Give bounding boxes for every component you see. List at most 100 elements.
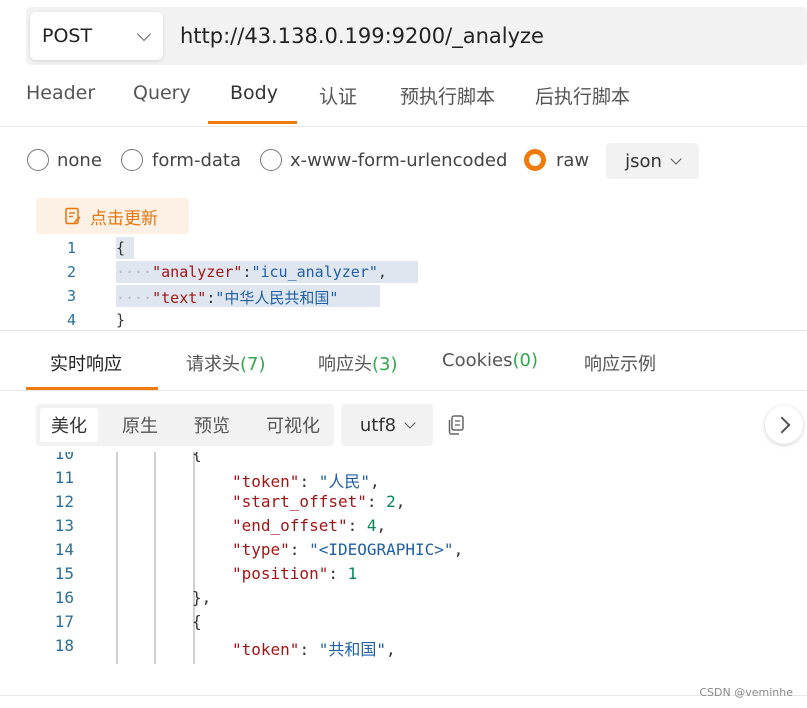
radio-raw[interactable] xyxy=(524,149,546,171)
code-token: "icu_analyzer" xyxy=(251,263,378,281)
refresh-label: 点击更新 xyxy=(90,208,158,229)
response-tab[interactable]: 响应头(3) xyxy=(318,350,398,376)
view-raw-button[interactable]: 原生 xyxy=(108,408,172,442)
response-line: 17 { xyxy=(26,610,807,634)
code-token: "token" xyxy=(232,640,300,659)
radio-none[interactable] xyxy=(27,149,49,171)
code-line: ····"analyzer":"icu_analyzer", xyxy=(116,263,387,281)
active-response-tab-underline xyxy=(26,387,158,390)
code-line: "start_offset": 2, xyxy=(232,492,405,511)
response-tab-label: Cookies xyxy=(442,350,513,371)
code-token: 2 xyxy=(386,492,396,511)
response-tab[interactable]: Cookies(0) xyxy=(442,350,538,371)
document-icon xyxy=(65,207,81,225)
radio-urlencoded[interactable] xyxy=(260,149,282,171)
code-token: , xyxy=(395,492,406,511)
code-token: "type" xyxy=(232,540,290,559)
response-tab-label: 响应头 xyxy=(318,354,372,375)
editor-line: 1{ xyxy=(26,236,807,260)
code-token: , xyxy=(369,472,380,491)
code-line: "type": "<IDEOGRAPHIC>", xyxy=(232,540,463,559)
code-line: "token": "共和国", xyxy=(232,636,396,660)
code-token: }, xyxy=(192,588,212,607)
code-line: "position": 1 xyxy=(232,564,357,583)
code-token: , xyxy=(385,640,396,659)
code-token: : xyxy=(328,564,348,583)
response-tab[interactable]: 实时响应 xyxy=(50,350,122,376)
radio-form-data[interactable] xyxy=(121,149,143,171)
request-body-editor[interactable]: 1{2 ····"analyzer":"icu_analyzer", 3 ····"t… xyxy=(26,236,807,328)
code-line: } xyxy=(116,311,125,328)
response-line: 10 { xyxy=(26,452,807,466)
format-select[interactable]: json xyxy=(606,143,699,179)
code-line: { xyxy=(116,239,125,257)
refresh-button[interactable]: 点击更新 xyxy=(36,198,189,234)
encoding-select[interactable]: utf8 xyxy=(341,404,433,446)
tab-header[interactable]: Header xyxy=(26,82,95,104)
line-number: 2 xyxy=(66,263,76,281)
request-tabs: Header Query Body 认证 预执行脚本 后执行脚本 xyxy=(0,70,807,127)
response-tab-count: (3) xyxy=(372,354,398,375)
view-preview-button[interactable]: 预览 xyxy=(180,408,244,442)
response-line: 11 "token": "人民", xyxy=(26,466,807,492)
code-token: : xyxy=(347,516,367,535)
code-token: , xyxy=(453,540,464,559)
code-line: "token": "人民", xyxy=(232,468,380,492)
response-tab-label: 请求头 xyxy=(186,354,240,375)
format-label: json xyxy=(625,150,662,172)
indent-dots: ···· xyxy=(116,289,153,307)
editor-line: 2 ····"analyzer":"icu_analyzer", xyxy=(26,260,807,284)
code-token: { xyxy=(192,612,202,631)
watermark: CSDN @veminhe xyxy=(699,686,793,699)
view-pretty-button[interactable]: 美化 xyxy=(40,408,98,442)
view-visual-button[interactable]: 可视化 xyxy=(254,408,332,442)
chevron-down-icon xyxy=(670,152,682,165)
line-number: 11 xyxy=(54,468,74,487)
code-token: "中华人民共和国" xyxy=(215,289,339,307)
copy-icon[interactable] xyxy=(446,414,466,436)
radio-urlencoded-label: x-www-form-urlencoded xyxy=(290,150,508,171)
code-token: "start_offset" xyxy=(232,492,367,511)
response-line: 16}, xyxy=(26,586,807,610)
response-tab[interactable]: 响应示例 xyxy=(584,350,656,376)
code-token: : xyxy=(206,289,216,307)
code-line: "end_offset": 4, xyxy=(232,516,386,535)
active-tab-underline xyxy=(208,121,297,124)
code-token: 1 xyxy=(347,564,358,583)
indent-dots: ···· xyxy=(116,263,153,281)
response-tab-count: (0) xyxy=(512,350,538,371)
chevron-down-icon xyxy=(404,416,416,429)
line-number: 14 xyxy=(54,540,74,559)
tab-post-script[interactable]: 后执行脚本 xyxy=(535,82,630,109)
code-token: 4 xyxy=(366,516,377,535)
chevron-down-icon xyxy=(136,26,152,41)
scroll-right-button[interactable] xyxy=(765,406,803,444)
code-line: { xyxy=(192,452,202,463)
code-token: "position" xyxy=(232,564,329,583)
url-input[interactable]: http://43.138.0.199:9200/_analyze xyxy=(180,24,544,48)
tab-query[interactable]: Query xyxy=(133,82,191,104)
tab-pre-script[interactable]: 预执行脚本 xyxy=(400,82,495,109)
line-number: 4 xyxy=(66,311,76,328)
code-token: "text" xyxy=(152,289,207,307)
editor-line: 3 ····"text":"中华人民共和国" xyxy=(26,284,807,308)
response-line: 18 "token": "共和国", xyxy=(26,634,807,660)
response-line: 13 "end_offset": 4, xyxy=(26,514,807,538)
code-token: , xyxy=(377,263,387,281)
code-token: : xyxy=(299,472,319,491)
response-line: 12 "start_offset": 2, xyxy=(26,490,807,514)
code-token: "共和国" xyxy=(318,640,386,659)
radio-none-label: none xyxy=(57,150,102,171)
tab-auth[interactable]: 认证 xyxy=(319,82,357,109)
line-number: 12 xyxy=(54,492,74,511)
line-number: 10 xyxy=(54,452,74,463)
code-token: "人民" xyxy=(318,472,370,491)
code-token: "<IDEOGRAPHIC>" xyxy=(309,540,454,559)
line-number: 3 xyxy=(66,287,76,305)
editor-line: 4} xyxy=(26,308,807,328)
method-select[interactable]: POST xyxy=(30,12,163,60)
tab-body[interactable]: Body xyxy=(230,82,278,104)
response-viewer[interactable]: 10{11 "token": "人民", 12 "start_offset": 2, 1… xyxy=(26,452,807,668)
line-number: 1 xyxy=(66,239,76,257)
response-tab[interactable]: 请求头(7) xyxy=(186,350,266,376)
